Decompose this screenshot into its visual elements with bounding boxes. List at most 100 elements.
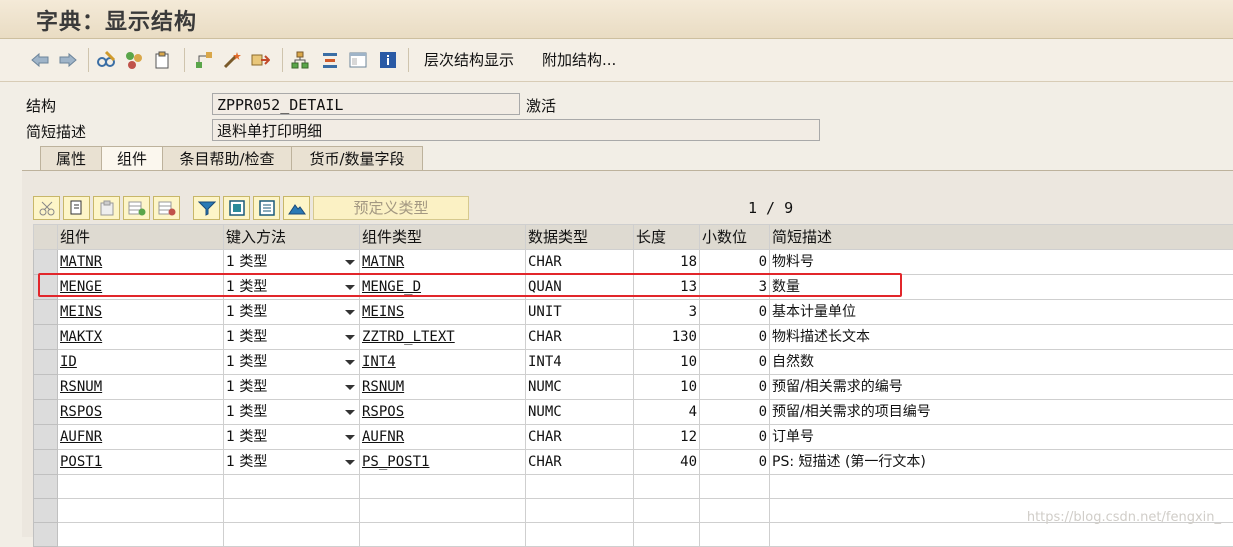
- copy-button[interactable]: [63, 196, 90, 220]
- data-type-cell[interactable]: QUAN: [526, 275, 634, 300]
- component-cell[interactable]: MEINS: [58, 300, 224, 325]
- data-type-cell[interactable]: CHAR: [526, 325, 634, 350]
- component-name[interactable]: MATNR: [60, 254, 102, 270]
- row-selector[interactable]: [34, 425, 58, 450]
- dropdown-arrow-icon[interactable]: [345, 435, 355, 440]
- column-header[interactable]: 键入方法: [224, 225, 360, 250]
- row-selector[interactable]: [34, 450, 58, 475]
- empty-cell[interactable]: [526, 475, 634, 499]
- decimals-cell[interactable]: 0: [700, 450, 770, 475]
- short-desc-cell[interactable]: 预留/相关需求的编号: [770, 375, 1233, 400]
- decimals-cell[interactable]: 0: [700, 325, 770, 350]
- row-selector[interactable]: [34, 400, 58, 425]
- table-row[interactable]: MATNR1 类型MATNRCHAR180物料号: [34, 250, 1233, 275]
- short-desc-cell[interactable]: 物料描述长文本: [770, 325, 1233, 350]
- component-cell[interactable]: POST1: [58, 450, 224, 475]
- table-row[interactable]: RSPOS1 类型RSPOSNUMC40预留/相关需求的项目编号: [34, 400, 1233, 425]
- component-name[interactable]: POST1: [60, 454, 102, 470]
- empty-cell[interactable]: [700, 499, 770, 523]
- column-header[interactable]: 小数位: [700, 225, 770, 250]
- typing-method-cell[interactable]: 1 类型: [224, 300, 360, 325]
- table-row[interactable]: ID1 类型INT4INT4100自然数: [34, 350, 1233, 375]
- dropdown-arrow-icon[interactable]: [345, 460, 355, 465]
- row-selector-header[interactable]: [34, 225, 58, 250]
- empty-cell[interactable]: [770, 475, 1233, 499]
- row-selector[interactable]: [34, 300, 58, 325]
- short-desc-cell[interactable]: 物料号: [770, 250, 1233, 275]
- empty-cell[interactable]: [526, 523, 634, 547]
- component-type-cell[interactable]: MATNR: [360, 250, 526, 275]
- table-row[interactable]: MEINS1 类型MEINSUNIT30基本计量单位: [34, 300, 1233, 325]
- length-cell[interactable]: 130: [634, 325, 700, 350]
- row-selector[interactable]: [34, 475, 58, 499]
- table-row[interactable]: MAKTX1 类型ZZTRD_LTEXTCHAR1300物料描述长文本: [34, 325, 1233, 350]
- activate-objects-icon[interactable]: [124, 50, 144, 70]
- dropdown-arrow-icon[interactable]: [345, 385, 355, 390]
- info-icon[interactable]: [378, 50, 398, 70]
- empty-cell[interactable]: [360, 523, 526, 547]
- component-type-link[interactable]: AUFNR: [362, 429, 404, 445]
- column-header[interactable]: 简短描述: [770, 225, 1233, 250]
- glasses-pencil-icon[interactable]: [96, 50, 116, 70]
- typing-method-cell[interactable]: 1 类型: [224, 375, 360, 400]
- empty-row[interactable]: [34, 523, 1233, 547]
- component-type-cell[interactable]: RSPOS: [360, 400, 526, 425]
- component-name[interactable]: MAKTX: [60, 329, 102, 345]
- empty-row[interactable]: [34, 475, 1233, 499]
- table-view-button[interactable]: [253, 196, 280, 220]
- data-type-cell[interactable]: CHAR: [526, 450, 634, 475]
- length-cell[interactable]: 10: [634, 350, 700, 375]
- length-cell[interactable]: 40: [634, 450, 700, 475]
- dropdown-arrow-icon[interactable]: [345, 310, 355, 315]
- component-type-link[interactable]: INT4: [362, 354, 396, 370]
- layout-window-icon[interactable]: [348, 50, 368, 70]
- dropdown-arrow-icon[interactable]: [345, 360, 355, 365]
- component-type-cell[interactable]: MEINS: [360, 300, 526, 325]
- typing-method-cell[interactable]: 1 类型: [224, 275, 360, 300]
- component-type-link[interactable]: RSPOS: [362, 404, 404, 420]
- empty-cell[interactable]: [634, 475, 700, 499]
- short-desc-cell[interactable]: 预留/相关需求的项目编号: [770, 400, 1233, 425]
- clipboard-icon[interactable]: [152, 50, 172, 70]
- delete-row-button[interactable]: [153, 196, 180, 220]
- tab-currency-fields[interactable]: 货币/数量字段: [291, 146, 423, 170]
- component-type-link[interactable]: ZZTRD_LTEXT: [362, 329, 455, 345]
- cut-button[interactable]: [33, 196, 60, 220]
- component-type-cell[interactable]: RSNUM: [360, 375, 526, 400]
- length-cell[interactable]: 13: [634, 275, 700, 300]
- decimals-cell[interactable]: 0: [700, 300, 770, 325]
- decimals-cell[interactable]: 0: [700, 425, 770, 450]
- empty-cell[interactable]: [360, 475, 526, 499]
- short-desc-field[interactable]: 退料单打印明细: [212, 119, 820, 141]
- component-type-cell[interactable]: MENGE_D: [360, 275, 526, 300]
- component-type-link[interactable]: MEINS: [362, 304, 404, 320]
- component-cell[interactable]: MENGE: [58, 275, 224, 300]
- empty-cell[interactable]: [700, 523, 770, 547]
- empty-cell[interactable]: [58, 499, 224, 523]
- append-structure-button[interactable]: 附加结构...: [542, 49, 616, 70]
- component-type-link[interactable]: MENGE_D: [362, 279, 421, 295]
- empty-cell[interactable]: [770, 523, 1233, 547]
- column-header[interactable]: 组件类型: [360, 225, 526, 250]
- short-desc-cell[interactable]: 自然数: [770, 350, 1233, 375]
- decimals-cell[interactable]: 3: [700, 275, 770, 300]
- typing-method-cell[interactable]: 1 类型: [224, 350, 360, 375]
- length-cell[interactable]: 12: [634, 425, 700, 450]
- short-desc-cell[interactable]: PS: 短描述 (第一行文本): [770, 450, 1233, 475]
- hierarchy-icon[interactable]: [290, 50, 310, 70]
- dropdown-arrow-icon[interactable]: [345, 335, 355, 340]
- component-cell[interactable]: RSPOS: [58, 400, 224, 425]
- data-type-cell[interactable]: NUMC: [526, 400, 634, 425]
- component-type-link[interactable]: MATNR: [362, 254, 404, 270]
- component-type-cell[interactable]: ZZTRD_LTEXT: [360, 325, 526, 350]
- predefined-type-button[interactable]: 预定义类型: [313, 196, 469, 220]
- hierarchy-display-button[interactable]: 层次结构显示: [424, 49, 514, 70]
- details-button[interactable]: [223, 196, 250, 220]
- decimals-cell[interactable]: 0: [700, 375, 770, 400]
- where-used-icon[interactable]: [250, 50, 270, 70]
- row-selector[interactable]: [34, 375, 58, 400]
- forward-arrow-icon[interactable]: [58, 50, 78, 70]
- table-row[interactable]: MENGE1 类型MENGE_DQUAN133数量: [34, 275, 1233, 300]
- empty-cell[interactable]: [526, 499, 634, 523]
- component-name[interactable]: RSPOS: [60, 404, 102, 420]
